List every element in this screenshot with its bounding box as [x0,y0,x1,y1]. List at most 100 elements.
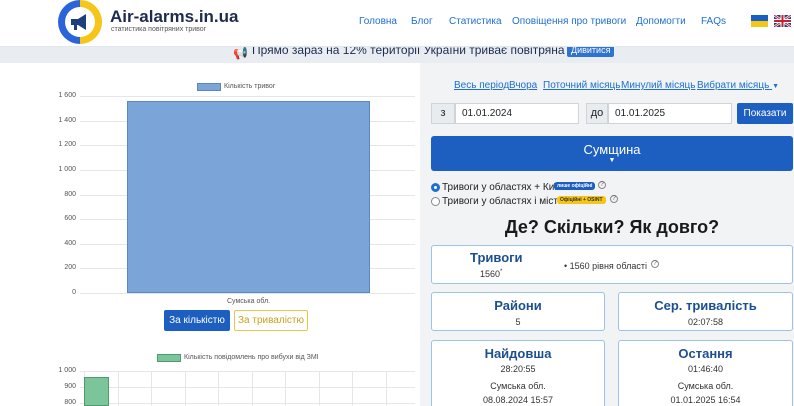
gridline [318,371,320,406]
info-icon[interactable]: ? [598,181,606,189]
choose-month-label: Вибрати місяць [697,80,770,91]
y-tick-label: 800 [64,190,76,198]
nav-statistics[interactable]: Статистика [449,16,502,27]
alarms-count: 1560 [480,269,501,279]
alarms-level: • 1560 рівня області [564,261,647,271]
nav-faqs[interactable]: FAQs [701,16,726,27]
legend-label: Кількість повідомлень про вибухи від ЗМІ [184,354,319,361]
gridline [285,371,286,406]
legend-swatch [157,354,181,362]
show-button[interactable]: Показати [737,103,793,124]
last-date: 01.01.2025 16:54 [670,395,741,405]
longest-region: Сумська обл. [490,381,546,391]
y-tick-label: 0 [72,289,76,296]
region-selected: Сумщина [583,142,641,157]
avg-duration-card: Сер. тривалість 02:07:58 [618,292,793,331]
x-tick-label: Сумська обл. [227,298,271,305]
radio-label-oblasts-kyiv[interactable]: Тривоги у областях + Київ [442,182,562,193]
y-tick-label: 200 [64,264,76,272]
banner-view-button[interactable]: Дивитися [567,47,615,57]
period-all[interactable]: Весь період [454,80,509,91]
districts-title: Райони [494,298,542,313]
y-tick-label: 1 000 [58,165,76,173]
megaphone-icon: 📢 [233,47,248,60]
nav-alerts[interactable]: Оповіщення про тривоги [512,16,626,27]
to-date-input[interactable]: 01.01.2025 [608,103,732,124]
last-title: Остання [678,346,733,361]
alarms-title: Тривоги [470,250,523,265]
gridline [251,371,253,406]
longest-title: Найдовша [484,346,552,361]
y-tick-label: 1 600 [58,92,76,99]
alarms-card: Тривоги 1560* • 1560 рівня області ? [431,245,793,284]
avg-duration-value: 02:07:58 [687,317,724,327]
gridline [117,371,119,406]
nav-home[interactable]: Головна [359,16,397,27]
gridline [184,371,186,406]
last-card: Остання 01:46:40 Сумська обл. 01.01.2025… [618,340,793,406]
bar [84,377,109,406]
y-tick-label: 600 [64,215,76,223]
radio-oblasts-kyiv[interactable] [431,183,440,192]
site-header: Air-alarms.in.ua статистика повітряних т… [0,0,794,47]
brand-tagline: статистика повітряних тривог [111,26,207,33]
period-current-month[interactable]: Поточний місяць [543,80,620,91]
y-tick-label: 900 [64,383,76,390]
brand-name[interactable]: Air-alarms.in.ua [110,7,239,27]
sort-by-count-button[interactable]: За кількістю [164,310,230,331]
last-value: 01:46:40 [687,364,724,374]
from-date-input[interactable]: 01.01.2024 [455,103,579,124]
legend-label: Кількість тривог [224,83,276,90]
gridline [80,371,415,372]
from-label: з [431,103,455,124]
info-icon[interactable]: ? [610,195,618,203]
logo[interactable] [58,0,102,44]
info-icon[interactable]: ? [651,260,659,268]
region-select[interactable]: Сумщина ▼ [431,136,793,171]
longest-value: 28:20:55 [500,364,536,374]
chevron-down-icon: ▼ [772,83,779,90]
radio-oblasts-cities[interactable] [431,197,440,206]
longest-date: 08.08.2024 15:57 [482,395,554,405]
alarms-level-text: 1560 рівня області [569,261,647,271]
gridline [218,371,219,406]
avg-duration-title: Сер. тривалість [654,298,757,313]
gridline [151,371,152,406]
y-tick-label: 400 [64,239,76,247]
megaphone-icon [65,7,95,37]
y-tick-label: 1 400 [58,116,76,124]
gridline [80,96,415,97]
ua-flag-icon[interactable] [751,15,768,27]
to-label: до [586,103,608,124]
period-yesterday[interactable]: Вчора [509,80,537,91]
nav-blog[interactable]: Блог [411,16,433,27]
gridline [385,371,387,406]
official-osint-badge: Офіційні + OSINT [557,196,606,204]
caret-down-icon: ▼ [608,157,616,164]
footnote-mark: * [500,269,503,275]
gridline [80,387,415,388]
banner-text: Прямо зараз на 12% території України три… [252,47,611,57]
nav-donate[interactable]: Допомогти [636,16,686,27]
official-only-badge: лише офіційні [554,182,596,190]
gridline [80,403,415,404]
y-tick-label: 1 200 [58,141,76,149]
section-heading: Де? Скільки? Як довго? [504,217,720,237]
longest-card: Найдовша 28:20:55 Сумська обл. 08.08.202… [431,340,605,406]
last-region: Сумська обл. [677,381,734,391]
y-tick-label: 800 [64,399,76,406]
period-last-month[interactable]: Минулий місяць [621,80,695,91]
gridline [80,293,415,294]
period-choose-month[interactable]: Вибрати місяць ▼ [697,80,779,91]
sort-by-duration-button[interactable]: За тривалістю [234,310,308,331]
gridline [352,371,353,406]
radio-label-oblasts-cities[interactable]: Тривоги у областях і містах [442,196,568,207]
alert-banner: 📢 Прямо зараз на 12% території України т… [0,47,794,63]
y-tick-label: 1 000 [58,367,76,374]
legend-swatch [197,83,221,91]
uk-flag-icon[interactable] [773,13,792,29]
districts-value: 5 [515,317,521,327]
alarms-value: 1560* [480,269,502,279]
bar [127,100,370,293]
districts-card: Райони 5 [431,292,605,331]
